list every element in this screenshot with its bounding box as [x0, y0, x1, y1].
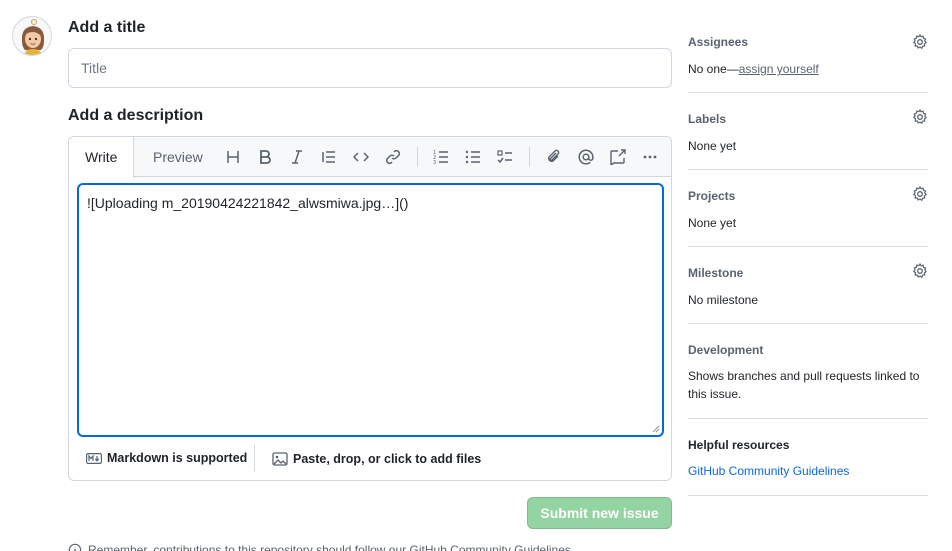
ordered-list-icon[interactable]: 123 [430, 146, 452, 168]
link-icon[interactable] [382, 146, 404, 168]
markdown-icon [86, 452, 102, 464]
sidebar-helpful-resources: Helpful resources GitHub Community Guide… [688, 419, 928, 496]
labels-title: Labels [688, 112, 727, 126]
submit-issue-button[interactable]: Submit new issue [527, 497, 672, 529]
title-input[interactable] [68, 48, 672, 88]
sidebar-milestone: Milestone No milestone [688, 247, 928, 324]
sidebar-projects: Projects None yet [688, 170, 928, 247]
toolbar-divider [529, 147, 530, 167]
projects-title: Projects [688, 189, 736, 203]
italic-icon[interactable] [286, 146, 308, 168]
info-icon [68, 543, 82, 551]
assignees-title: Assignees [688, 35, 749, 49]
milestone-value: No milestone [688, 293, 759, 307]
development-value: Shows branches and pull requests linked … [688, 369, 920, 401]
description-textarea[interactable]: ![Uploading m_20190424221842_alwsmiwa.jp… [77, 183, 664, 437]
task-list-icon[interactable] [494, 146, 516, 168]
description-label: Add a description [68, 107, 204, 124]
labels-value: None yet [688, 139, 737, 153]
image-icon [272, 452, 288, 466]
editor-header: Write Preview 123 [69, 137, 671, 178]
mention-icon[interactable] [575, 146, 597, 168]
development-title: Development [688, 343, 764, 357]
svg-text:3: 3 [433, 160, 436, 165]
memoji-avatar-icon [13, 17, 51, 55]
quote-icon[interactable] [318, 146, 340, 168]
add-files-button[interactable]: Paste, drop, or click to add files [272, 451, 481, 467]
code-icon[interactable] [350, 146, 372, 168]
more-icon[interactable] [639, 146, 661, 168]
add-files-label: Paste, drop, or click to add files [293, 452, 482, 466]
labels-gear-icon[interactable] [912, 109, 928, 125]
bold-icon[interactable] [254, 146, 276, 168]
projects-gear-icon[interactable] [912, 186, 928, 202]
attach-icon[interactable] [543, 146, 565, 168]
footer-divider [254, 445, 255, 471]
milestone-gear-icon[interactable] [912, 263, 928, 279]
editor-footer: Markdown is supported Paste, drop, or cl… [69, 443, 671, 481]
milestone-title: Milestone [688, 266, 744, 280]
assign-yourself-link[interactable]: assign yourself [739, 62, 819, 76]
contribution-note-text: Remember, contributions to this reposito… [88, 543, 575, 551]
unordered-list-icon[interactable] [462, 146, 484, 168]
tab-write[interactable]: Write [69, 137, 135, 178]
avatar[interactable] [12, 16, 52, 56]
tab-preview[interactable]: Preview [137, 137, 219, 177]
description-text: ![Uploading m_20190424221842_alwsmiwa.jp… [87, 195, 409, 211]
heading-icon[interactable] [222, 146, 244, 168]
contribution-note: Remember, contributions to this reposito… [68, 543, 574, 551]
projects-value: None yet [688, 216, 737, 230]
sidebar-development: Development Shows branches and pull requ… [688, 324, 928, 419]
resize-handle-icon[interactable] [652, 425, 660, 433]
markdown-editor: Write Preview 123 ![Uploading m_20190424… [68, 136, 672, 481]
assignees-gear-icon[interactable] [912, 34, 928, 50]
markdown-supported-label: Markdown is supported [107, 451, 248, 465]
title-label: Add a title [68, 19, 146, 36]
community-guidelines-link[interactable]: GitHub Community Guidelines [688, 462, 849, 480]
reference-icon[interactable] [607, 146, 629, 168]
assignees-value: No one—assign yourself [688, 60, 819, 78]
sidebar-assignees: Assignees No one—assign yourself [688, 22, 928, 93]
sidebar-labels: Labels None yet [688, 93, 928, 170]
assignees-prefix: No one— [688, 62, 739, 76]
resources-title: Helpful resources [688, 438, 790, 452]
toolbar-divider [417, 147, 418, 167]
markdown-supported-link[interactable]: Markdown is supported [86, 451, 247, 465]
